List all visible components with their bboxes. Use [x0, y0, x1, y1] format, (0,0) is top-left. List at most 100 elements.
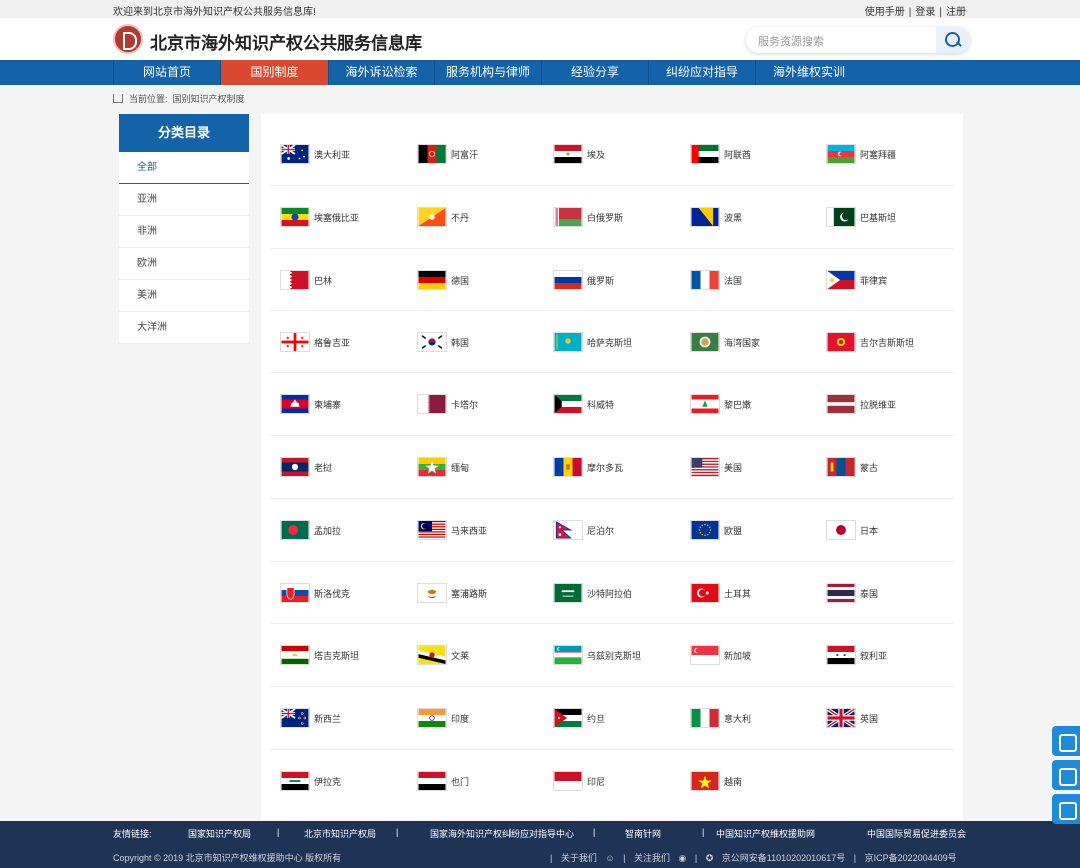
country-name[interactable]: 尼泊尔	[587, 524, 614, 537]
tajikistan-flag-icon[interactable]	[280, 645, 310, 665]
russia-flag-icon[interactable]	[553, 270, 583, 290]
singapore-flag-icon[interactable]	[690, 645, 720, 665]
country-item[interactable]: 尼泊尔	[553, 499, 614, 561]
sidebar-item-5[interactable]: 大洋洲	[119, 312, 249, 344]
police-record[interactable]: 京公网安备11010202010617号	[722, 853, 845, 863]
moldova-flag-icon[interactable]	[553, 457, 583, 477]
country-item[interactable]: 韩国	[417, 311, 469, 373]
country-item[interactable]: 印度	[417, 687, 469, 749]
country-item[interactable]: 也门	[417, 750, 469, 812]
country-item[interactable]: 菲律宾	[826, 249, 887, 311]
philippines-flag-icon[interactable]	[826, 270, 856, 290]
syria-flag-icon[interactable]	[826, 645, 856, 665]
country-name[interactable]: 孟加拉	[314, 524, 341, 537]
country-name[interactable]: 蒙古	[860, 461, 878, 474]
country-name[interactable]: 塞浦路斯	[451, 587, 487, 600]
site-title[interactable]: 北京市海外知识产权公共服务信息库	[150, 29, 422, 54]
country-name[interactable]: 叙利亚	[860, 649, 887, 662]
cambodia-flag-icon[interactable]	[280, 394, 310, 414]
kazakhstan-flag-icon[interactable]	[553, 332, 583, 352]
country-item[interactable]: 约旦	[553, 687, 605, 749]
country-item[interactable]: 意大利	[690, 687, 751, 749]
manual-link[interactable]: 使用手册	[865, 7, 905, 18]
newzealand-flag-icon[interactable]	[280, 708, 310, 728]
country-name[interactable]: 塔吉克斯坦	[314, 649, 359, 662]
country-name[interactable]: 意大利	[724, 712, 751, 725]
country-name[interactable]: 马来西亚	[451, 524, 487, 537]
country-item[interactable]: 蒙古	[826, 436, 878, 498]
country-item[interactable]: 土耳其	[690, 562, 751, 624]
friend-link-2[interactable]: 国家海外知识产权纠纷应对指导中心	[430, 827, 574, 840]
country-item[interactable]: 马来西亚	[417, 499, 487, 561]
country-name[interactable]: 新西兰	[314, 712, 341, 725]
country-name[interactable]: 埃及	[587, 148, 605, 161]
country-item[interactable]: 塔吉克斯坦	[280, 624, 359, 686]
saudi-flag-icon[interactable]	[553, 583, 583, 603]
country-item[interactable]: 海湾国家	[690, 311, 760, 373]
gcc-flag-icon[interactable]	[690, 332, 720, 352]
site-logo[interactable]	[113, 24, 143, 54]
country-name[interactable]: 乌兹别克斯坦	[587, 649, 641, 662]
country-name[interactable]: 沙特阿拉伯	[587, 587, 632, 600]
country-item[interactable]: 塞浦路斯	[417, 562, 487, 624]
turkey-flag-icon[interactable]	[690, 583, 720, 603]
laos-flag-icon[interactable]	[280, 457, 310, 477]
vietnam-flag-icon[interactable]	[690, 771, 720, 791]
mongolia-flag-icon[interactable]	[826, 457, 856, 477]
egypt-flag-icon[interactable]	[553, 144, 583, 164]
country-item[interactable]: 埃及	[553, 123, 605, 185]
country-name[interactable]: 约旦	[587, 712, 605, 725]
country-item[interactable]: 印尼	[553, 750, 605, 812]
lebanon-flag-icon[interactable]	[690, 394, 720, 414]
country-item[interactable]: 德国	[417, 249, 469, 311]
friend-link-1[interactable]: 北京市知识产权局	[304, 827, 376, 840]
usa-flag-icon[interactable]	[690, 457, 720, 477]
country-item[interactable]: 法国	[690, 249, 742, 311]
country-name[interactable]: 伊拉克	[314, 775, 341, 788]
country-name[interactable]: 德国	[451, 274, 469, 287]
country-item[interactable]: 波黑	[690, 186, 742, 248]
friend-link-3[interactable]: 智南针网	[625, 827, 661, 840]
germany-flag-icon[interactable]	[417, 270, 447, 290]
country-name[interactable]: 韩国	[451, 336, 469, 349]
country-name[interactable]: 欧盟	[724, 524, 742, 537]
country-name[interactable]: 日本	[860, 524, 878, 537]
country-item[interactable]: 日本	[826, 499, 878, 561]
afghanistan-flag-icon[interactable]	[417, 144, 447, 164]
bosnia-flag-icon[interactable]	[690, 207, 720, 227]
country-name[interactable]: 斯洛伐克	[314, 587, 350, 600]
country-item[interactable]: 欧盟	[690, 499, 742, 561]
friend-link-0[interactable]: 国家知识产权局	[188, 827, 251, 840]
country-item[interactable]: 吉尔吉斯斯坦	[826, 311, 914, 373]
nav-item-3[interactable]: 服务机构与律师	[434, 60, 541, 85]
azerbaijan-flag-icon[interactable]	[826, 144, 856, 164]
translate-icon[interactable]	[1052, 726, 1080, 756]
country-item[interactable]: 俄罗斯	[553, 249, 614, 311]
country-name[interactable]: 巴基斯坦	[860, 211, 896, 224]
jordan-flag-icon[interactable]	[553, 708, 583, 728]
country-name[interactable]: 菲律宾	[860, 274, 887, 287]
bangladesh-flag-icon[interactable]	[280, 520, 310, 540]
country-name[interactable]: 拉脱维亚	[860, 398, 896, 411]
sidebar-item-4[interactable]: 美洲	[119, 280, 249, 312]
country-item[interactable]: 斯洛伐克	[280, 562, 350, 624]
login-link[interactable]: 登录	[915, 7, 935, 18]
kyrgyzstan-flag-icon[interactable]	[826, 332, 856, 352]
country-name[interactable]: 格鲁吉亚	[314, 336, 350, 349]
country-item[interactable]: 柬埔寨	[280, 373, 341, 435]
nav-item-2[interactable]: 海外诉讼检索	[328, 60, 434, 85]
malaysia-flag-icon[interactable]	[417, 520, 447, 540]
country-name[interactable]: 文莱	[451, 649, 469, 662]
country-item[interactable]: 卡塔尔	[417, 373, 478, 435]
yemen-flag-icon[interactable]	[417, 771, 447, 791]
country-name[interactable]: 波黑	[724, 211, 742, 224]
country-name[interactable]: 英国	[860, 712, 878, 725]
nav-item-5[interactable]: 纠纷应对指导	[648, 60, 755, 85]
pakistan-flag-icon[interactable]	[826, 207, 856, 227]
country-name[interactable]: 黎巴嫩	[724, 398, 751, 411]
country-item[interactable]: 缅甸	[417, 436, 469, 498]
country-item[interactable]: 美国	[690, 436, 742, 498]
eu-flag-icon[interactable]	[690, 520, 720, 540]
bahrain-flag-icon[interactable]	[280, 270, 310, 290]
country-item[interactable]: 伊拉克	[280, 750, 341, 812]
